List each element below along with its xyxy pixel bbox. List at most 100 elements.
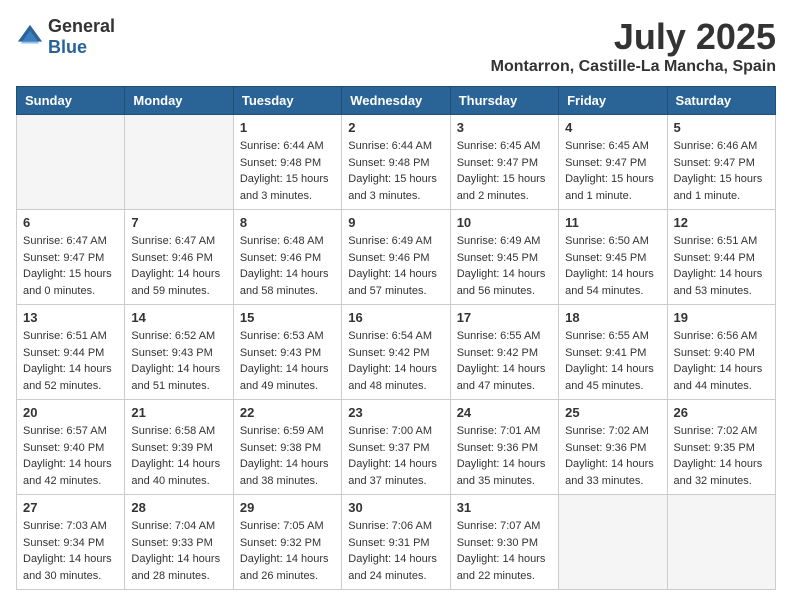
day-info: Sunrise: 7:02 AM Sunset: 9:36 PM Dayligh…	[565, 423, 660, 489]
day-number: 24	[457, 405, 552, 420]
day-number: 30	[348, 500, 443, 515]
calendar-day-cell: 16Sunrise: 6:54 AM Sunset: 9:42 PM Dayli…	[342, 305, 450, 400]
calendar-day-cell: 1 Sunrise: 6:44 AM Sunset: 9:48 PM Daylig…	[233, 115, 341, 210]
day-info: Sunrise: 6:57 AM Sunset: 9:40 PM Dayligh…	[23, 423, 118, 489]
logo-icon	[16, 23, 44, 51]
logo-text-blue: Blue	[48, 37, 87, 57]
calendar-day-cell: 9 Sunrise: 6:49 AM Sunset: 9:46 PM Daylig…	[342, 210, 450, 305]
day-info: Sunrise: 7:06 AM Sunset: 9:31 PM Dayligh…	[348, 518, 443, 584]
calendar-day-header: Tuesday	[233, 87, 341, 115]
day-number: 7	[131, 215, 226, 230]
day-info: Sunrise: 7:01 AM Sunset: 9:36 PM Dayligh…	[457, 423, 552, 489]
calendar-week-row: 27 Sunrise: 7:03 AM Sunset: 9:34 PM Dayli…	[17, 495, 776, 590]
day-number: 27	[23, 500, 118, 515]
calendar-day-cell: 21Sunrise: 6:58 AM Sunset: 9:39 PM Dayli…	[125, 400, 233, 495]
day-number: 10	[457, 215, 552, 230]
day-number: 26	[674, 405, 769, 420]
day-info: Sunrise: 6:45 AM Sunset: 9:47 PM Dayligh…	[565, 138, 660, 204]
day-number: 31	[457, 500, 552, 515]
calendar-day-cell: 31 Sunrise: 7:07 AM Sunset: 9:30 PM Dayli…	[450, 495, 558, 590]
day-number: 28	[131, 500, 226, 515]
calendar-week-row: 6 Sunrise: 6:47 AM Sunset: 9:47 PM Daylig…	[17, 210, 776, 305]
calendar-day-cell: 26Sunrise: 7:02 AM Sunset: 9:35 PM Dayli…	[667, 400, 775, 495]
calendar-day-cell: 12Sunrise: 6:51 AM Sunset: 9:44 PM Dayli…	[667, 210, 775, 305]
day-info: Sunrise: 7:07 AM Sunset: 9:30 PM Dayligh…	[457, 518, 552, 584]
logo: General Blue	[16, 16, 115, 58]
calendar-day-cell: 28 Sunrise: 7:04 AM Sunset: 9:33 PM Dayli…	[125, 495, 233, 590]
calendar-table: SundayMondayTuesdayWednesdayThursdayFrid…	[16, 86, 776, 590]
calendar-day-cell	[17, 115, 125, 210]
day-number: 4	[565, 120, 660, 135]
day-info: Sunrise: 6:44 AM Sunset: 9:48 PM Dayligh…	[348, 138, 443, 204]
calendar-day-cell: 24 Sunrise: 7:01 AM Sunset: 9:36 PM Dayli…	[450, 400, 558, 495]
day-info: Sunrise: 6:49 AM Sunset: 9:46 PM Dayligh…	[348, 233, 443, 299]
day-info: Sunrise: 6:45 AM Sunset: 9:47 PM Dayligh…	[457, 138, 552, 204]
calendar-day-cell: 30 Sunrise: 7:06 AM Sunset: 9:31 PM Dayli…	[342, 495, 450, 590]
calendar-day-cell: 19 Sunrise: 6:56 AM Sunset: 9:40 PM Dayli…	[667, 305, 775, 400]
day-info: Sunrise: 6:58 AM Sunset: 9:39 PM Dayligh…	[131, 423, 226, 489]
day-info: Sunrise: 7:04 AM Sunset: 9:33 PM Dayligh…	[131, 518, 226, 584]
day-number: 5	[674, 120, 769, 135]
month-title: July 2025	[491, 16, 776, 58]
day-number: 29	[240, 500, 335, 515]
calendar-day-cell: 14Sunrise: 6:52 AM Sunset: 9:43 PM Dayli…	[125, 305, 233, 400]
calendar-day-cell	[125, 115, 233, 210]
day-number: 8	[240, 215, 335, 230]
day-number: 17	[457, 310, 552, 325]
calendar-day-cell: 22Sunrise: 6:59 AM Sunset: 9:38 PM Dayli…	[233, 400, 341, 495]
calendar-day-header: Thursday	[450, 87, 558, 115]
calendar-day-cell	[559, 495, 667, 590]
day-number: 23	[348, 405, 443, 420]
day-info: Sunrise: 6:49 AM Sunset: 9:45 PM Dayligh…	[457, 233, 552, 299]
calendar-day-cell: 25 Sunrise: 7:02 AM Sunset: 9:36 PM Dayli…	[559, 400, 667, 495]
day-number: 15	[240, 310, 335, 325]
calendar-day-cell: 17 Sunrise: 6:55 AM Sunset: 9:42 PM Dayli…	[450, 305, 558, 400]
day-number: 6	[23, 215, 118, 230]
calendar-day-cell: 5 Sunrise: 6:46 AM Sunset: 9:47 PM Daylig…	[667, 115, 775, 210]
location-title: Montarron, Castille-La Mancha, Spain	[491, 58, 776, 76]
day-info: Sunrise: 6:53 AM Sunset: 9:43 PM Dayligh…	[240, 328, 335, 394]
calendar-day-cell: 7 Sunrise: 6:47 AM Sunset: 9:46 PM Daylig…	[125, 210, 233, 305]
day-number: 25	[565, 405, 660, 420]
day-info: Sunrise: 6:46 AM Sunset: 9:47 PM Dayligh…	[674, 138, 769, 204]
calendar-day-cell: 4 Sunrise: 6:45 AM Sunset: 9:47 PM Daylig…	[559, 115, 667, 210]
day-number: 9	[348, 215, 443, 230]
calendar-day-header: Sunday	[17, 87, 125, 115]
day-number: 2	[348, 120, 443, 135]
day-number: 1	[240, 120, 335, 135]
calendar-day-header: Monday	[125, 87, 233, 115]
calendar-day-cell: 8 Sunrise: 6:48 AM Sunset: 9:46 PM Daylig…	[233, 210, 341, 305]
day-number: 20	[23, 405, 118, 420]
page-header: General Blue July 2025 Montarron, Castil…	[16, 16, 776, 76]
calendar-day-header: Saturday	[667, 87, 775, 115]
calendar-week-row: 13Sunrise: 6:51 AM Sunset: 9:44 PM Dayli…	[17, 305, 776, 400]
calendar-week-row: 1 Sunrise: 6:44 AM Sunset: 9:48 PM Daylig…	[17, 115, 776, 210]
day-info: Sunrise: 6:47 AM Sunset: 9:47 PM Dayligh…	[23, 233, 118, 299]
calendar-day-header: Wednesday	[342, 87, 450, 115]
day-number: 12	[674, 215, 769, 230]
day-info: Sunrise: 6:47 AM Sunset: 9:46 PM Dayligh…	[131, 233, 226, 299]
day-number: 13	[23, 310, 118, 325]
calendar-day-cell: 6 Sunrise: 6:47 AM Sunset: 9:47 PM Daylig…	[17, 210, 125, 305]
day-number: 11	[565, 215, 660, 230]
day-number: 19	[674, 310, 769, 325]
day-info: Sunrise: 7:00 AM Sunset: 9:37 PM Dayligh…	[348, 423, 443, 489]
day-info: Sunrise: 7:03 AM Sunset: 9:34 PM Dayligh…	[23, 518, 118, 584]
calendar-day-cell: 10 Sunrise: 6:49 AM Sunset: 9:45 PM Dayli…	[450, 210, 558, 305]
day-info: Sunrise: 6:56 AM Sunset: 9:40 PM Dayligh…	[674, 328, 769, 394]
calendar-day-cell: 2 Sunrise: 6:44 AM Sunset: 9:48 PM Daylig…	[342, 115, 450, 210]
day-info: Sunrise: 6:55 AM Sunset: 9:42 PM Dayligh…	[457, 328, 552, 394]
calendar-day-cell	[667, 495, 775, 590]
calendar-day-cell: 20 Sunrise: 6:57 AM Sunset: 9:40 PM Dayli…	[17, 400, 125, 495]
calendar-week-row: 20 Sunrise: 6:57 AM Sunset: 9:40 PM Dayli…	[17, 400, 776, 495]
logo-text-general: General	[48, 16, 115, 36]
calendar-day-cell: 27 Sunrise: 7:03 AM Sunset: 9:34 PM Dayli…	[17, 495, 125, 590]
day-info: Sunrise: 6:44 AM Sunset: 9:48 PM Dayligh…	[240, 138, 335, 204]
calendar-day-cell: 11Sunrise: 6:50 AM Sunset: 9:45 PM Dayli…	[559, 210, 667, 305]
day-info: Sunrise: 7:05 AM Sunset: 9:32 PM Dayligh…	[240, 518, 335, 584]
day-info: Sunrise: 6:48 AM Sunset: 9:46 PM Dayligh…	[240, 233, 335, 299]
day-info: Sunrise: 6:52 AM Sunset: 9:43 PM Dayligh…	[131, 328, 226, 394]
calendar-day-cell: 29 Sunrise: 7:05 AM Sunset: 9:32 PM Dayli…	[233, 495, 341, 590]
day-info: Sunrise: 6:59 AM Sunset: 9:38 PM Dayligh…	[240, 423, 335, 489]
calendar-day-cell: 18Sunrise: 6:55 AM Sunset: 9:41 PM Dayli…	[559, 305, 667, 400]
